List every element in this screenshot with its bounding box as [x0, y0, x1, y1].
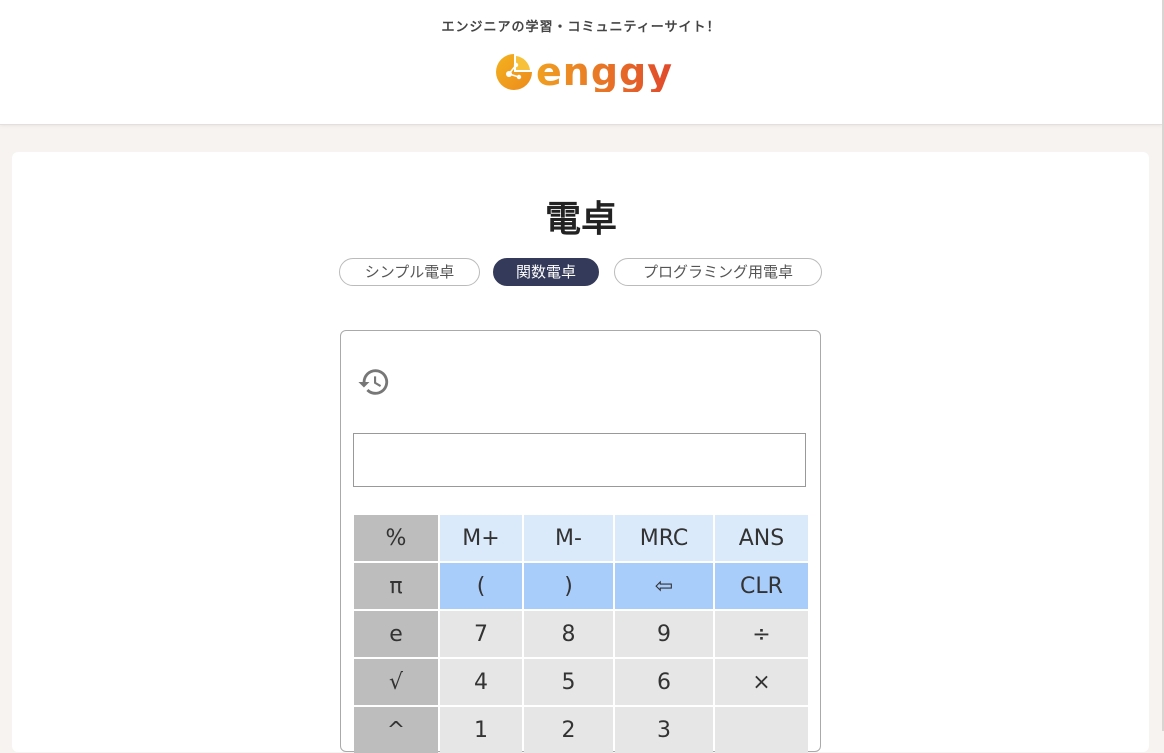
tab-simple-calculator[interactable]: シンプル電卓: [339, 258, 480, 286]
key-euler[interactable]: e: [354, 611, 438, 657]
key-divide[interactable]: ÷: [715, 611, 808, 657]
site-header: エンジニアの学習・コミュニティーサイト！ enggy: [0, 0, 1162, 125]
key-9[interactable]: 9: [615, 611, 713, 657]
logo-mark-icon: [496, 54, 532, 90]
key-answer[interactable]: ANS: [715, 515, 808, 561]
key-3[interactable]: 3: [615, 707, 713, 753]
key-1[interactable]: 1: [440, 707, 522, 753]
tab-programming-calculator[interactable]: プログラミング用電卓: [614, 258, 822, 286]
site-tagline: エンジニアの学習・コミュニティーサイト！: [441, 20, 721, 35]
key-memory-minus[interactable]: M-: [524, 515, 613, 561]
tab-scientific-calculator[interactable]: 関数電卓: [493, 258, 599, 286]
calculator-keypad: % M+ M- MRC ANS π ( ) ⇦ CLR e 7 8 9 ÷ √ …: [354, 515, 808, 753]
history-icon[interactable]: [357, 365, 391, 399]
calculator-tabs: シンプル電卓 関数電卓 プログラミング用電卓: [0, 258, 1162, 286]
key-8[interactable]: 8: [524, 611, 613, 657]
key-6[interactable]: 6: [615, 659, 713, 705]
key-5[interactable]: 5: [524, 659, 613, 705]
site-logo[interactable]: enggy: [494, 50, 673, 94]
calculator-display[interactable]: [353, 433, 806, 487]
key-pi[interactable]: π: [354, 563, 438, 609]
key-7[interactable]: 7: [440, 611, 522, 657]
key-4[interactable]: 4: [440, 659, 522, 705]
key-close-paren[interactable]: ): [524, 563, 613, 609]
page-title: 電卓: [544, 199, 617, 240]
key-clear[interactable]: CLR: [715, 563, 808, 609]
key-memory-plus[interactable]: M+: [440, 515, 522, 561]
key-memory-recall-clear[interactable]: MRC: [615, 515, 713, 561]
key-open-paren[interactable]: (: [440, 563, 522, 609]
key-minus[interactable]: [715, 707, 808, 753]
key-2[interactable]: 2: [524, 707, 613, 753]
scientific-calculator: % M+ M- MRC ANS π ( ) ⇦ CLR e 7 8 9 ÷ √ …: [340, 330, 821, 753]
key-sqrt[interactable]: √: [354, 659, 438, 705]
key-backspace[interactable]: ⇦: [615, 563, 713, 609]
key-power[interactable]: ^: [354, 707, 438, 753]
logo-wordmark: enggy: [536, 50, 673, 94]
key-multiply[interactable]: ×: [715, 659, 808, 705]
key-percent[interactable]: %: [354, 515, 438, 561]
